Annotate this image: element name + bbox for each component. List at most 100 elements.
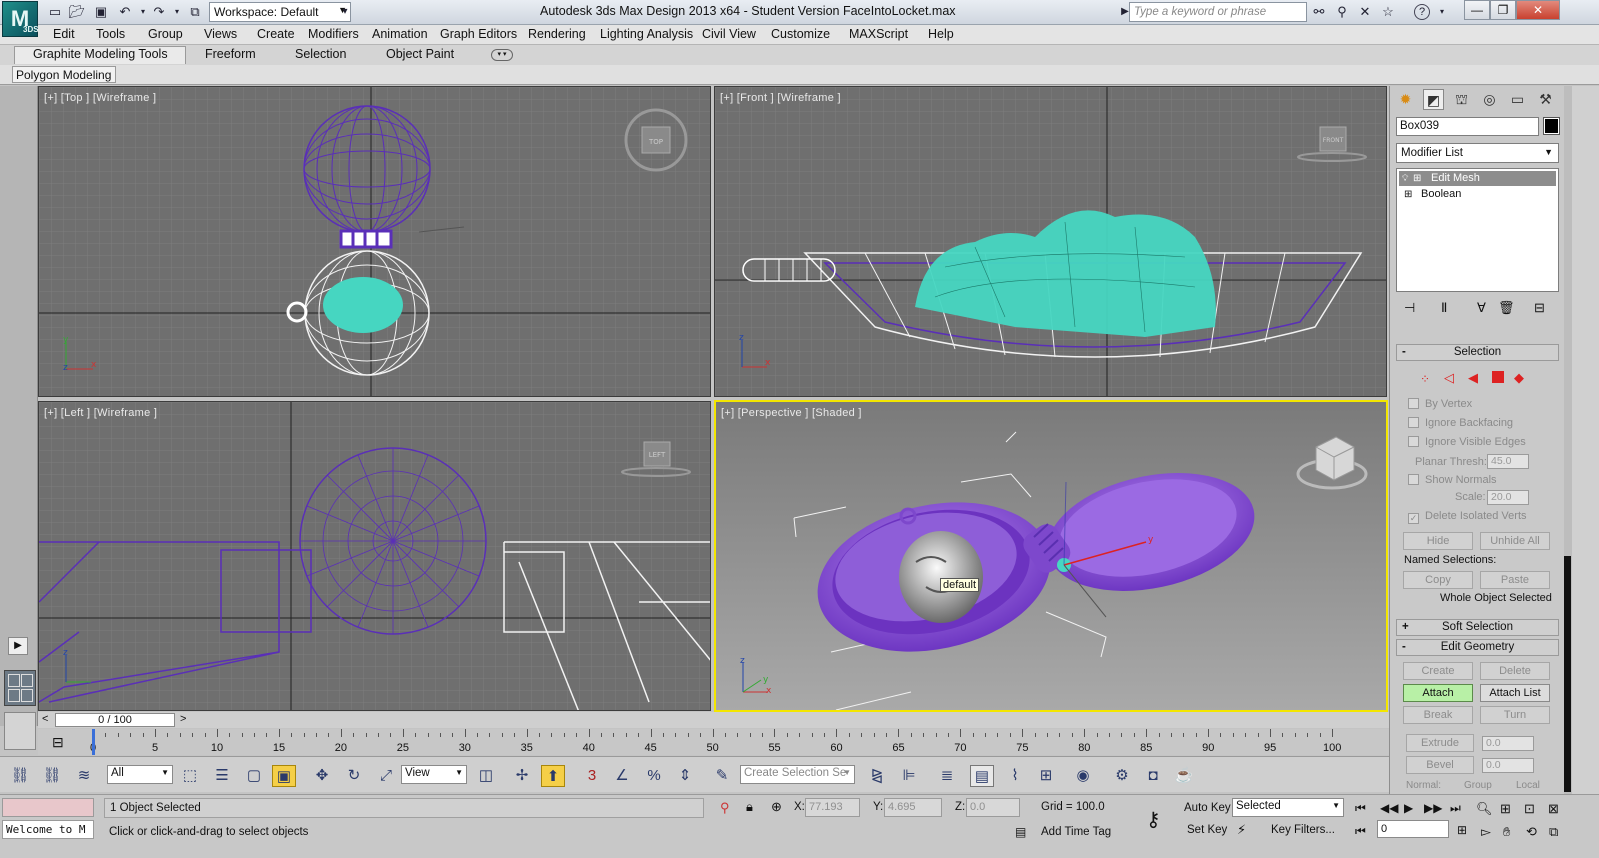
project-folder-icon[interactable]: ⧉	[186, 3, 204, 21]
display-tab-icon[interactable]: ▭	[1507, 89, 1528, 110]
bind-space-warp-icon[interactable]: ≋	[72, 765, 96, 787]
minimize-button[interactable]: —	[1464, 0, 1490, 20]
menu-create[interactable]: Create	[257, 27, 295, 41]
field-of-view-icon[interactable]: ▻	[1481, 824, 1491, 840]
next-key-icon[interactable]: ▶▶	[1424, 801, 1442, 815]
normal-group-radio[interactable]: Group	[1464, 780, 1492, 791]
track-bar[interactable]: ⊟ 05101520253035404550556065707580859095…	[38, 729, 1389, 755]
single-viewport-icon[interactable]	[4, 712, 36, 750]
zoom-icon[interactable]: 🔍︎	[1476, 801, 1493, 817]
make-unique-icon[interactable]: ∀	[1477, 300, 1486, 316]
viewport-left[interactable]: LEFT z [+] [Left ] [Wireframe ]	[38, 401, 711, 711]
object-color-swatch[interactable]	[1543, 117, 1560, 135]
scale-spinner[interactable]: 20.0	[1487, 490, 1529, 505]
copy-button[interactable]: Copy	[1403, 571, 1473, 589]
new-icon[interactable]: ▭	[46, 3, 64, 21]
modify-tab-icon[interactable]: ◩	[1423, 89, 1444, 110]
extrude-button[interactable]: Extrude	[1406, 734, 1474, 752]
extrude-spinner[interactable]: 0.0	[1482, 736, 1534, 751]
orbit-icon[interactable]: ⟲	[1526, 824, 1537, 840]
ignore-visible-edges-checkbox[interactable]: Ignore Visible Edges	[1408, 436, 1526, 448]
named-selection-set-dropdown[interactable]: Create Selection Se ▼	[740, 765, 855, 784]
absolute-mode-icon[interactable]: ⊕	[771, 799, 782, 815]
favorites-star-icon[interactable]: ☆	[1379, 3, 1397, 21]
polygon-mode-icon[interactable]	[1492, 371, 1504, 383]
viewport-top[interactable]: TOP x y z [+] [Top ] [Wireframe ]	[38, 86, 711, 397]
maxscript-listener-output[interactable]	[2, 798, 94, 817]
curve-editor-icon[interactable]: ⌇	[1003, 765, 1027, 787]
link-icon[interactable]: ⛓	[8, 765, 32, 787]
viewport-layout-icon[interactable]	[4, 670, 36, 706]
key-mode-toggle-icon[interactable]: ⏮	[1355, 824, 1366, 839]
by-vertex-checkbox[interactable]: By Vertex	[1408, 398, 1472, 410]
zoom-all-icon[interactable]: ⊞	[1500, 801, 1511, 817]
snaps-toggle-icon[interactable]: 3	[580, 765, 604, 787]
tab-freeform[interactable]: Freeform	[205, 47, 256, 61]
select-object-icon[interactable]: ⬚	[178, 765, 202, 787]
time-slider-thumb[interactable]: 0 / 100	[55, 713, 175, 727]
bevel-button[interactable]: Bevel	[1406, 756, 1474, 774]
modifier-list-dropdown[interactable]: Modifier List ▼	[1396, 143, 1559, 163]
selection-filter-dropdown[interactable]: All ▼	[107, 765, 173, 784]
configure-sets-icon[interactable]: ⊟	[1534, 300, 1545, 316]
element-mode-icon[interactable]: ◆	[1514, 370, 1524, 386]
undo-icon[interactable]: ↶	[116, 3, 134, 21]
menu-views[interactable]: Views	[204, 27, 237, 41]
mini-curve-editor-icon[interactable]: ⊟	[52, 734, 64, 751]
key-selection-dropdown[interactable]: Selected ▼	[1232, 798, 1344, 817]
play-icon[interactable]: ▶	[1404, 801, 1413, 815]
app-logo-button[interactable]: 3DS M	[2, 1, 39, 37]
communication-icon[interactable]: ✕	[1356, 3, 1374, 21]
delete-button[interactable]: Delete	[1480, 662, 1550, 680]
redo-dropdown-icon[interactable]: ▾	[168, 3, 186, 21]
subscription-icon[interactable]: ⚲	[1333, 3, 1351, 21]
tab-object-paint[interactable]: Object Paint	[386, 47, 454, 61]
graphite-toggle-icon[interactable]: ▤	[970, 765, 994, 787]
set-key-icon[interactable]: ⚷	[1146, 807, 1161, 832]
object-name-field[interactable]: Box039	[1396, 117, 1539, 136]
select-manipulate-icon[interactable]: ✢	[510, 765, 534, 787]
edit-geometry-rollout-header[interactable]: - Edit Geometry	[1396, 639, 1559, 656]
menu-group[interactable]: Group	[148, 27, 183, 41]
menu-help[interactable]: Help	[928, 27, 954, 41]
zoom-extents-icon[interactable]: ⊡	[1524, 801, 1535, 817]
qa-customize-icon[interactable]: ▾	[336, 3, 354, 21]
reference-coordinate-dropdown[interactable]: View ▼	[401, 765, 467, 784]
viewport-perspective[interactable]: z y x y [+] [Perspective ] [Shaded ] def…	[714, 400, 1388, 712]
zoom-extents-all-icon[interactable]: ⊠	[1548, 801, 1559, 817]
y-coordinate-field[interactable]: 4.695	[884, 798, 942, 817]
soft-selection-rollout-header[interactable]: + Soft Selection	[1396, 619, 1559, 636]
angle-snap-icon[interactable]: ∠	[610, 765, 634, 787]
hierarchy-tab-icon[interactable]: ⛫	[1451, 89, 1472, 110]
planar-thresh-spinner[interactable]: 45.0	[1487, 454, 1529, 469]
current-frame-field[interactable]: 0	[1377, 820, 1449, 838]
viewport-top-label[interactable]: [+] [Top ] [Wireframe ]	[44, 92, 156, 104]
menu-lighting-analysis[interactable]: Lighting Analysis	[600, 27, 693, 41]
mirror-icon[interactable]: ⧎	[865, 765, 889, 787]
search-input[interactable]: Type a keyword or phrase	[1129, 2, 1307, 22]
show-normals-checkbox[interactable]: Show Normals	[1408, 474, 1497, 486]
vertex-mode-icon[interactable]: ⁘	[1420, 372, 1430, 386]
window-crossing-icon[interactable]: ▣	[272, 765, 296, 787]
motion-tab-icon[interactable]: ◎	[1479, 89, 1500, 110]
redo-icon[interactable]: ↷	[150, 3, 168, 21]
help-icon[interactable]: ?	[1414, 4, 1430, 20]
time-tag-icon[interactable]: ▤	[1015, 825, 1026, 839]
command-panel-scrollbar[interactable]	[1564, 556, 1571, 792]
tab-graphite-modeling[interactable]: Graphite Modeling Tools	[33, 47, 168, 61]
menu-animation[interactable]: Animation	[372, 27, 428, 41]
add-time-tag[interactable]: Add Time Tag	[1041, 826, 1111, 838]
viewport-perspective-label[interactable]: [+] [Perspective ] [Shaded ]	[721, 407, 862, 419]
paste-button[interactable]: Paste	[1480, 571, 1550, 589]
binoculars-icon[interactable]: ⚯	[1310, 3, 1328, 21]
face-mode-icon[interactable]: ◀	[1468, 370, 1478, 386]
render-production-icon[interactable]: ☕	[1172, 765, 1196, 787]
stack-item-boolean[interactable]: ⊞ Boolean	[1399, 187, 1556, 202]
maximize-viewport-icon[interactable]: ⧉	[1549, 824, 1558, 840]
workspace-dropdown[interactable]: Workspace: Default ▼	[209, 2, 351, 22]
schematic-view-icon[interactable]: ⊞	[1034, 765, 1058, 787]
next-frame-arrow[interactable]: >	[180, 713, 186, 725]
selection-region-icon[interactable]: ▢	[242, 765, 266, 787]
create-tab-icon[interactable]: ✹	[1395, 89, 1416, 110]
ribbon-options-icon[interactable]: ▾ ▾	[491, 49, 513, 61]
